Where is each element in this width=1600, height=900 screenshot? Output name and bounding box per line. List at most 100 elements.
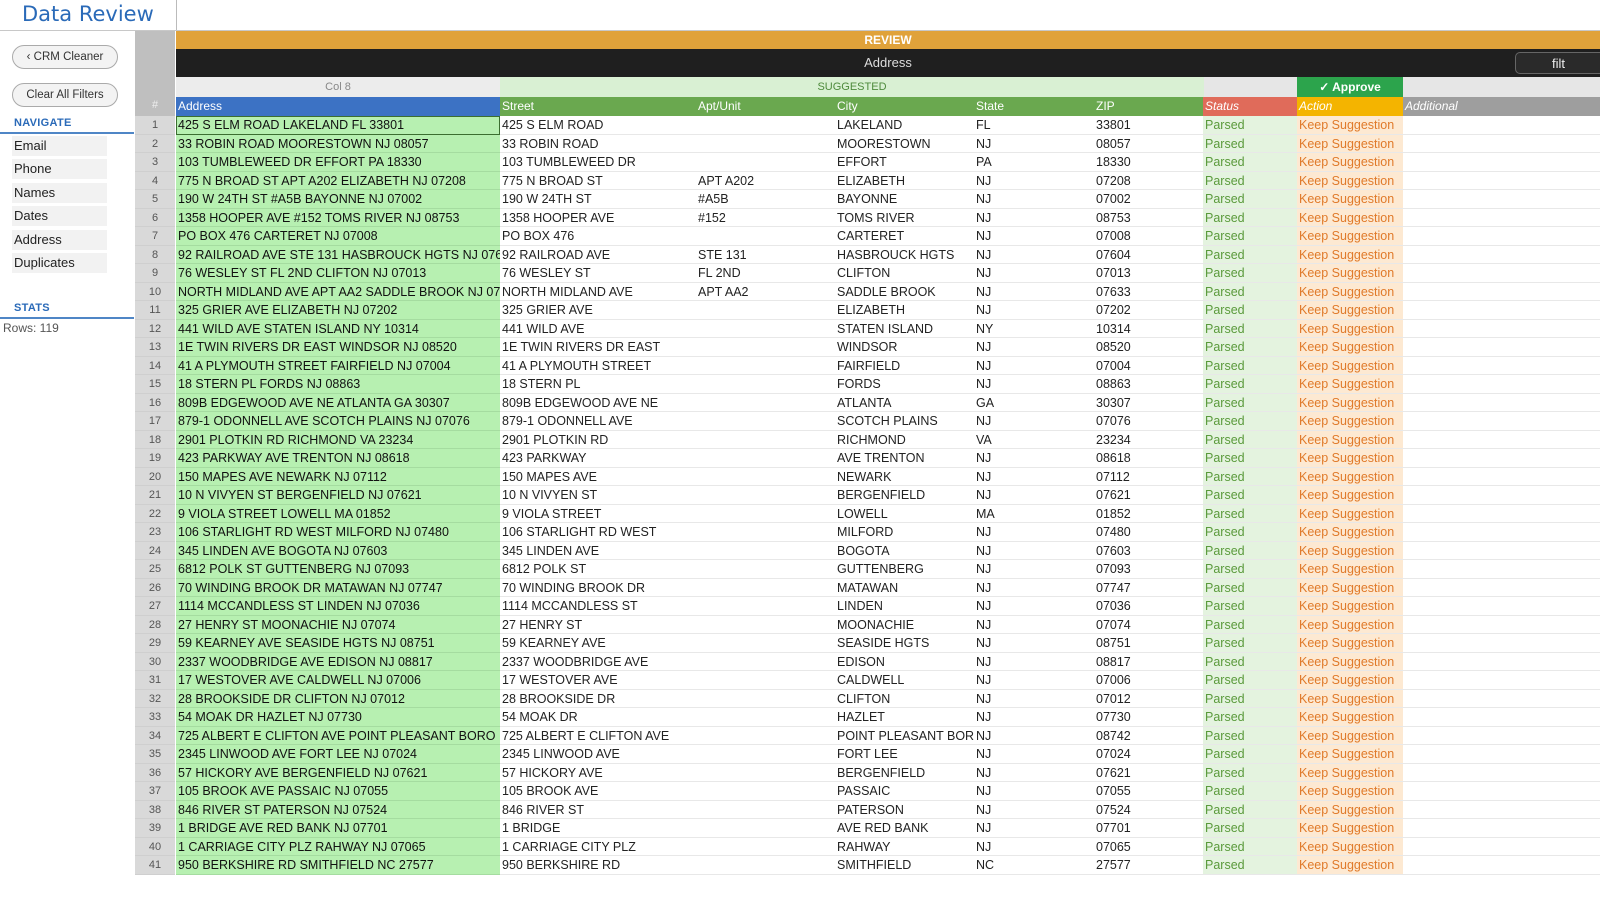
- action-cell[interactable]: Keep Suggestion: [1297, 652, 1403, 671]
- street-cell[interactable]: 17 WESTOVER AVE: [500, 671, 696, 690]
- zip-cell[interactable]: 33801: [1094, 116, 1203, 135]
- additional-cell[interactable]: [1403, 449, 1600, 468]
- state-cell[interactable]: NJ: [974, 190, 1094, 209]
- additional-cell[interactable]: [1403, 653, 1600, 671]
- address-cell[interactable]: 1 CARRIAGE CITY PLZ RAHWAY NJ 07065: [176, 837, 500, 856]
- state-cell[interactable]: NJ: [974, 653, 1094, 671]
- city-cell[interactable]: CLIFTON: [835, 264, 974, 283]
- additional-cell[interactable]: [1403, 523, 1600, 542]
- apt-unit-cell[interactable]: STE 131: [696, 246, 835, 264]
- clear-all-filters-button[interactable]: Clear All Filters: [12, 83, 118, 107]
- action-cell[interactable]: Keep Suggestion: [1297, 301, 1403, 320]
- action-cell[interactable]: Keep Suggestion: [1297, 153, 1403, 172]
- additional-cell[interactable]: [1403, 412, 1600, 431]
- action-cell[interactable]: Keep Suggestion: [1297, 486, 1403, 505]
- apt-unit-cell[interactable]: [696, 486, 835, 505]
- street-cell[interactable]: 725 ALBERT E CLIFTON AVE: [500, 727, 696, 745]
- apt-unit-cell[interactable]: [696, 560, 835, 579]
- action-cell[interactable]: Keep Suggestion: [1297, 689, 1403, 708]
- street-cell[interactable]: 2337 WOODBRIDGE AVE: [500, 653, 696, 671]
- action-cell[interactable]: Keep Suggestion: [1297, 560, 1403, 579]
- apt-unit-cell[interactable]: [696, 449, 835, 468]
- header-additional[interactable]: Additional: [1403, 97, 1600, 116]
- filter-input[interactable]: filt: [1515, 52, 1600, 74]
- action-cell[interactable]: Keep Suggestion: [1297, 430, 1403, 449]
- street-cell[interactable]: 59 KEARNEY AVE: [500, 634, 696, 653]
- city-cell[interactable]: BOGOTA: [835, 542, 974, 560]
- additional-cell[interactable]: [1403, 782, 1600, 801]
- state-cell[interactable]: NJ: [974, 708, 1094, 727]
- city-cell[interactable]: SMITHFIELD: [835, 856, 974, 875]
- address-cell[interactable]: 33 ROBIN ROAD MOORESTOWN NJ 08057: [176, 134, 500, 153]
- action-cell[interactable]: Keep Suggestion: [1297, 819, 1403, 838]
- action-cell[interactable]: Keep Suggestion: [1297, 597, 1403, 616]
- apt-unit-cell[interactable]: FL 2ND: [696, 264, 835, 283]
- action-cell[interactable]: Keep Suggestion: [1297, 134, 1403, 153]
- street-cell[interactable]: 76 WESLEY ST: [500, 264, 696, 283]
- zip-cell[interactable]: 23234: [1094, 431, 1203, 449]
- zip-cell[interactable]: 07006: [1094, 671, 1203, 690]
- table-row[interactable]: 4 775 N BROAD ST APT A202 ELIZABETH NJ 07…: [135, 171, 1600, 190]
- city-cell[interactable]: CLIFTON: [835, 690, 974, 708]
- address-cell[interactable]: PO BOX 476 CARTERET NJ 07008: [176, 227, 500, 246]
- address-cell[interactable]: 76 WESLEY ST FL 2ND CLIFTON NJ 07013: [176, 264, 500, 283]
- zip-cell[interactable]: 07208: [1094, 172, 1203, 190]
- city-cell[interactable]: BAYONNE: [835, 190, 974, 209]
- address-cell[interactable]: 846 RIVER ST PATERSON NJ 07524: [176, 800, 500, 819]
- additional-cell[interactable]: [1403, 172, 1600, 190]
- zip-cell[interactable]: 18330: [1094, 153, 1203, 172]
- street-cell[interactable]: 325 GRIER AVE: [500, 301, 696, 320]
- street-cell[interactable]: PO BOX 476: [500, 227, 696, 246]
- table-row[interactable]: 20 150 MAPES AVE NEWARK NJ 07112 150 MAPES…: [135, 467, 1600, 486]
- zip-cell[interactable]: 07024: [1094, 745, 1203, 764]
- state-cell[interactable]: GA: [974, 394, 1094, 412]
- action-cell[interactable]: Keep Suggestion: [1297, 763, 1403, 782]
- additional-cell[interactable]: [1403, 135, 1600, 153]
- city-cell[interactable]: POINT PLEASANT BORO: [835, 727, 974, 745]
- action-cell[interactable]: Keep Suggestion: [1297, 467, 1403, 486]
- address-cell[interactable]: 70 WINDING BROOK DR MATAWAN NJ 07747: [176, 578, 500, 597]
- street-cell[interactable]: 950 BERKSHIRE RD: [500, 856, 696, 875]
- street-cell[interactable]: 105 BROOK AVE: [500, 782, 696, 801]
- action-cell[interactable]: Keep Suggestion: [1297, 319, 1403, 338]
- city-cell[interactable]: BERGENFIELD: [835, 764, 974, 782]
- table-row[interactable]: 38 846 RIVER ST PATERSON NJ 07524 846 RIVE…: [135, 800, 1600, 819]
- state-cell[interactable]: NJ: [974, 634, 1094, 653]
- city-cell[interactable]: LINDEN: [835, 597, 974, 616]
- additional-cell[interactable]: [1403, 856, 1600, 875]
- address-cell[interactable]: 2337 WOODBRIDGE AVE EDISON NJ 08817: [176, 652, 500, 671]
- state-cell[interactable]: NJ: [974, 579, 1094, 597]
- zip-cell[interactable]: 07008: [1094, 227, 1203, 246]
- address-cell[interactable]: 950 BERKSHIRE RD SMITHFIELD NC 27577: [176, 856, 500, 875]
- table-row[interactable]: 25 6812 POLK ST GUTTENBERG NJ 07093 6812 P…: [135, 560, 1600, 579]
- apt-unit-cell[interactable]: [696, 708, 835, 727]
- table-row[interactable]: 5 190 W 24TH ST #A5B BAYONNE NJ 07002 190 …: [135, 190, 1600, 209]
- apt-unit-cell[interactable]: [696, 338, 835, 357]
- city-cell[interactable]: FORT LEE: [835, 745, 974, 764]
- address-cell[interactable]: 809B EDGEWOOD AVE NE ATLANTA GA 30307: [176, 393, 500, 412]
- state-cell[interactable]: NJ: [974, 727, 1094, 745]
- zip-cell[interactable]: 08520: [1094, 338, 1203, 357]
- street-cell[interactable]: 92 RAILROAD AVE: [500, 246, 696, 264]
- zip-cell[interactable]: 08742: [1094, 727, 1203, 745]
- city-cell[interactable]: LOWELL: [835, 505, 974, 523]
- table-row[interactable]: 7 PO BOX 476 CARTERET NJ 07008 PO BOX 476 C…: [135, 227, 1600, 246]
- city-cell[interactable]: TOMS RIVER: [835, 209, 974, 227]
- address-cell[interactable]: 775 N BROAD ST APT A202 ELIZABETH NJ 072…: [176, 171, 500, 190]
- table-row[interactable]: 36 57 HICKORY AVE BERGENFIELD NJ 07621 57 …: [135, 763, 1600, 782]
- zip-cell[interactable]: 07074: [1094, 616, 1203, 634]
- city-cell[interactable]: MILFORD: [835, 523, 974, 542]
- table-row[interactable]: 6 1358 HOOPER AVE #152 TOMS RIVER NJ 0875…: [135, 208, 1600, 227]
- action-cell[interactable]: Keep Suggestion: [1297, 671, 1403, 690]
- nav-item-address[interactable]: Address: [12, 230, 107, 250]
- additional-cell[interactable]: [1403, 320, 1600, 338]
- apt-unit-cell[interactable]: #A5B: [696, 190, 835, 209]
- action-cell[interactable]: Keep Suggestion: [1297, 782, 1403, 801]
- state-cell[interactable]: MA: [974, 505, 1094, 523]
- table-row[interactable]: 19 423 PARKWAY AVE TRENTON NJ 08618 423 PA…: [135, 449, 1600, 468]
- zip-cell[interactable]: 07747: [1094, 579, 1203, 597]
- state-cell[interactable]: NC: [974, 856, 1094, 875]
- address-cell[interactable]: 59 KEARNEY AVE SEASIDE HGTS NJ 08751: [176, 634, 500, 653]
- action-cell[interactable]: Keep Suggestion: [1297, 578, 1403, 597]
- table-row[interactable]: 28 27 HENRY ST MOONACHIE NJ 07074 27 HENRY…: [135, 615, 1600, 634]
